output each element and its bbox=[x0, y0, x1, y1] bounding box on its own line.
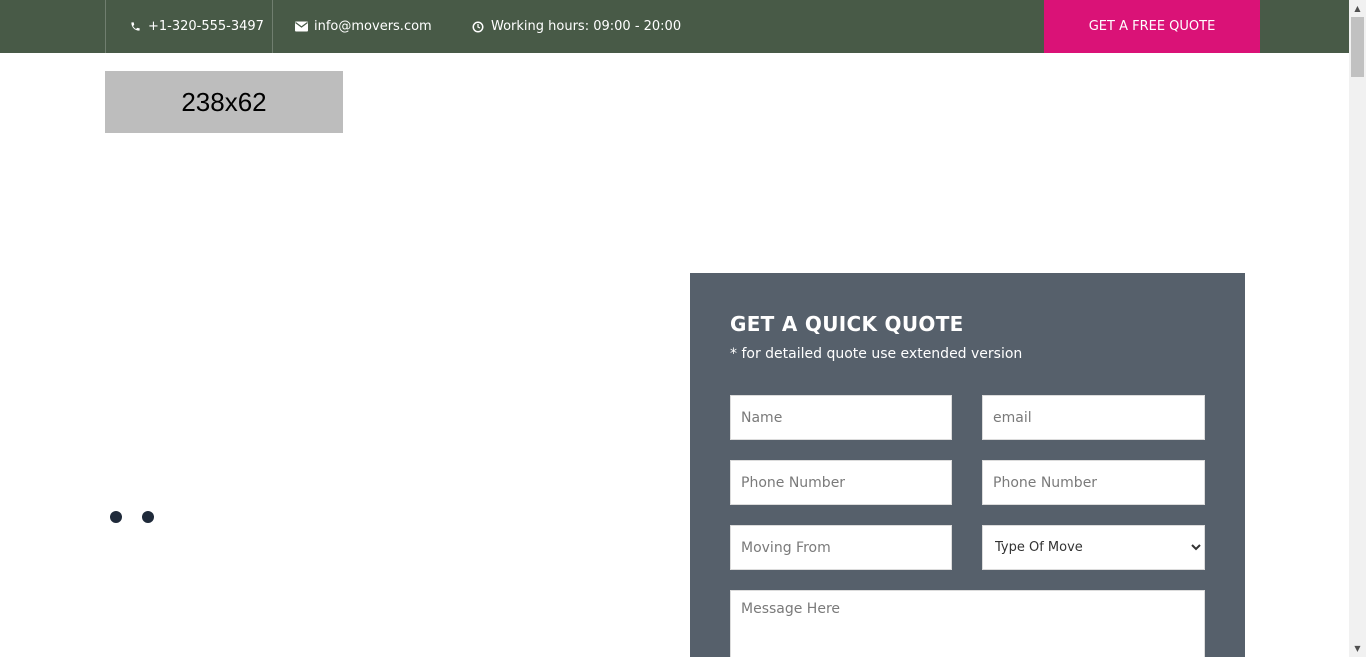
scroll-down-arrow-icon[interactable]: ▼ bbox=[1349, 640, 1366, 657]
name-input[interactable] bbox=[730, 395, 952, 440]
slider-dots bbox=[110, 511, 154, 523]
get-free-quote-button[interactable]: GET A FREE QUOTE bbox=[1044, 0, 1260, 53]
top-bar: +1-320-555-3497 info@movers.com Working … bbox=[0, 0, 1349, 53]
topbar-hours: Working hours: 09:00 - 20:00 bbox=[471, 0, 681, 53]
scrollbar-thumb[interactable] bbox=[1351, 17, 1364, 77]
form-title: GET A QUICK QUOTE bbox=[730, 312, 964, 336]
moving-from-input[interactable] bbox=[730, 525, 952, 570]
topbar-email[interactable]: info@movers.com bbox=[294, 0, 432, 53]
message-textarea[interactable] bbox=[730, 590, 1205, 657]
envelope-icon bbox=[294, 20, 308, 34]
form-subtitle: * for detailed quote use extended versio… bbox=[730, 346, 1023, 362]
type-of-move-select[interactable]: Type Of Move bbox=[982, 525, 1205, 570]
phone-number-input-1[interactable] bbox=[730, 460, 952, 505]
email-input[interactable] bbox=[982, 395, 1205, 440]
logo-placeholder[interactable]: 238x62 bbox=[105, 71, 343, 133]
clock-icon bbox=[471, 20, 485, 34]
slider-dot-2[interactable] bbox=[142, 511, 154, 523]
slider-dot-1[interactable] bbox=[110, 511, 122, 523]
phone-number-input-2[interactable] bbox=[982, 460, 1205, 505]
topbar-hours-text: Working hours: 09:00 - 20:00 bbox=[491, 19, 682, 34]
quick-quote-form: GET A QUICK QUOTE * for detailed quote u… bbox=[690, 273, 1245, 657]
scroll-up-arrow-icon[interactable]: ▲ bbox=[1349, 0, 1366, 17]
topbar-phone[interactable]: +1-320-555-3497 bbox=[105, 0, 273, 53]
logo-text: 238x62 bbox=[181, 86, 267, 117]
topbar-email-text: info@movers.com bbox=[314, 19, 432, 34]
phone-icon bbox=[128, 20, 142, 34]
page-scrollbar[interactable]: ▲ ▼ bbox=[1349, 0, 1366, 657]
topbar-phone-text: +1-320-555-3497 bbox=[148, 19, 264, 34]
